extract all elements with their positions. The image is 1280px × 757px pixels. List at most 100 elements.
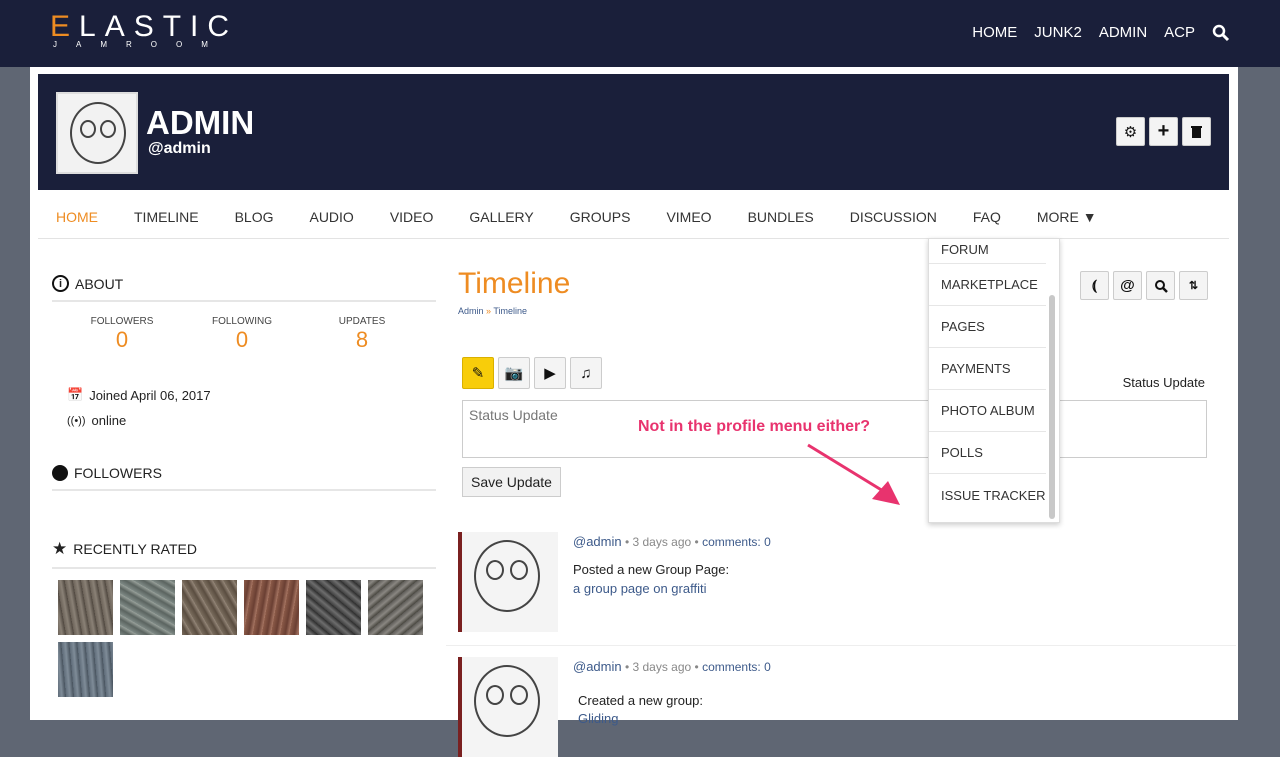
page-title: Timeline	[458, 267, 571, 300]
online-status: online	[91, 413, 127, 428]
entry-user-link[interactable]: @admin	[573, 534, 622, 549]
menu-item-polls[interactable]: POLLS	[929, 432, 1046, 474]
nav-groups[interactable]: GROUPS	[570, 209, 631, 225]
dropdown-scrollbar[interactable]	[1049, 295, 1055, 519]
nav-vimeo[interactable]: VIMEO	[666, 209, 711, 225]
info-icon: i	[52, 275, 69, 292]
nav-faq[interactable]: FAQ	[973, 209, 1001, 225]
menu-item-payments[interactable]: PAYMENTS	[929, 348, 1046, 390]
stat-following[interactable]: FOLLOWING 0	[182, 316, 302, 353]
entry-comments-link[interactable]: comments: 0	[702, 660, 771, 674]
nav-blog[interactable]: BLOG	[235, 209, 274, 225]
annotation-arrow-icon	[807, 443, 900, 505]
breadcrumb-admin[interactable]: Admin	[458, 306, 484, 316]
pencil-icon[interactable]: ✎	[462, 357, 494, 389]
menu-item-marketplace[interactable]: MARKETPLACE	[929, 264, 1046, 306]
logo-initial: E	[50, 10, 80, 43]
nav-video[interactable]: VIDEO	[390, 209, 434, 225]
entry-user-link[interactable]: @admin	[573, 659, 622, 674]
entry-time: 3 days ago	[632, 660, 692, 674]
page-container: ADMIN @admin ⚙ + HOME TIMELINE BLOG AUDI…	[30, 67, 1238, 757]
about-title: ABOUT	[75, 275, 124, 292]
nav-home[interactable]: HOME	[56, 209, 98, 225]
music-note-icon[interactable]: ♫	[570, 357, 602, 389]
rated-thumbnail[interactable]	[182, 580, 237, 635]
search-icon[interactable]	[1212, 24, 1230, 46]
entry-text: Created a new group:	[578, 693, 704, 708]
rated-thumbnail[interactable]	[58, 642, 113, 697]
nav-discussion[interactable]: DISCUSSION	[850, 209, 937, 225]
site-logo[interactable]: ELASTIC JAMROOM	[50, 10, 238, 49]
entry-text: Posted a new Group Page:	[573, 562, 730, 577]
profile-header: ADMIN @admin ⚙ +	[38, 74, 1229, 190]
play-icon[interactable]: ▶	[534, 357, 566, 389]
rated-thumbnail[interactable]	[120, 580, 175, 635]
recently-rated-title: RECENTLY RATED	[73, 541, 197, 557]
profile-nav: HOME TIMELINE BLOG AUDIO VIDEO GALLERY G…	[56, 209, 1133, 225]
breadcrumb-separator: »	[486, 306, 492, 316]
logo-subtitle: JAMROOM	[53, 40, 227, 49]
rated-thumbnail[interactable]	[368, 580, 423, 635]
profile-avatar[interactable]	[56, 92, 138, 174]
sort-filter-icon[interactable]: ⇅	[1179, 271, 1208, 300]
nav-timeline[interactable]: TIMELINE	[134, 209, 199, 225]
broadcast-icon: ((•))	[67, 414, 86, 427]
settings-gear-icon[interactable]: ⚙	[1116, 117, 1145, 146]
stat-label: FOLLOWERS	[90, 316, 154, 327]
about-heading: i ABOUT	[52, 275, 436, 302]
entry-link[interactable]: a group page on graffiti	[573, 581, 706, 596]
menu-item-photo-album[interactable]: PHOTO ALBUM	[929, 390, 1046, 432]
more-dropdown-menu: FORUM MARKETPLACE PAGES PAYMENTS PHOTO A…	[928, 238, 1060, 523]
entry-link[interactable]: Gliding	[578, 711, 618, 726]
recently-rated-grid	[58, 580, 438, 697]
search-icon[interactable]	[1146, 271, 1175, 300]
camera-icon[interactable]: 📷	[498, 357, 530, 389]
mention-at-icon[interactable]: @	[1113, 271, 1142, 300]
nav-audio[interactable]: AUDIO	[309, 209, 353, 225]
menu-item-issue-tracker[interactable]: ISSUE TRACKER	[929, 474, 1046, 516]
profile-stats: FOLLOWERS 0 FOLLOWING 0 UPDATES 8	[62, 316, 422, 353]
profile-handle: @admin	[148, 140, 211, 157]
joined-info: 📅 Joined April 06, 2017	[67, 387, 211, 403]
delete-trash-icon[interactable]	[1182, 117, 1211, 146]
nav-more[interactable]: MORE ▼	[1037, 209, 1097, 225]
stat-value: 0	[235, 327, 249, 352]
entry-avatar[interactable]	[458, 532, 558, 632]
entry-time: 3 days ago	[632, 535, 692, 549]
nav-bundles[interactable]: BUNDLES	[748, 209, 814, 225]
status-update-label: Status Update	[1122, 375, 1205, 390]
topnav-acp[interactable]: ACP	[1164, 24, 1195, 46]
joined-text: Joined April 06, 2017	[89, 387, 211, 403]
stat-updates[interactable]: UPDATES 8	[302, 316, 422, 353]
followers-title: FOLLOWERS	[74, 465, 162, 481]
calendar-icon: 📅	[67, 387, 84, 402]
save-update-button[interactable]: Save Update	[462, 467, 561, 497]
top-nav: HOME JUNK2 ADMIN ACP	[972, 24, 1230, 46]
topnav-home[interactable]: HOME	[972, 24, 1017, 46]
nav-gallery[interactable]: GALLERY	[469, 209, 533, 225]
rated-thumbnail[interactable]	[306, 580, 361, 635]
entry-comments-link[interactable]: comments: 0	[702, 535, 771, 549]
stat-label: FOLLOWING	[211, 316, 272, 327]
rated-thumbnail[interactable]	[244, 580, 299, 635]
rss-icon[interactable]: ⦅	[1080, 271, 1109, 300]
star-icon: ★	[52, 539, 68, 558]
entry-avatar[interactable]	[458, 657, 558, 757]
followers-heading: FOLLOWERS	[52, 465, 436, 491]
top-bar: ELASTIC JAMROOM HOME JUNK2 ADMIN ACP	[0, 0, 1280, 67]
rated-thumbnail[interactable]	[58, 580, 113, 635]
menu-item-forum[interactable]: FORUM	[929, 242, 1046, 264]
online-info: ((•)) online	[67, 413, 126, 428]
breadcrumb-timeline[interactable]: Timeline	[493, 306, 527, 316]
divider	[446, 645, 1236, 646]
breadcrumb: Admin » Timeline	[458, 306, 527, 316]
annotation-text: Not in the profile menu either?	[638, 418, 871, 435]
topnav-admin[interactable]: ADMIN	[1099, 24, 1147, 46]
stat-followers[interactable]: FOLLOWERS 0	[62, 316, 182, 353]
stat-label: UPDATES	[338, 316, 386, 327]
followers-icon	[52, 465, 68, 481]
logo-text: LASTIC	[79, 10, 239, 43]
add-plus-icon[interactable]: +	[1149, 117, 1178, 146]
topnav-junk2[interactable]: JUNK2	[1034, 24, 1082, 46]
menu-item-pages[interactable]: PAGES	[929, 306, 1046, 348]
